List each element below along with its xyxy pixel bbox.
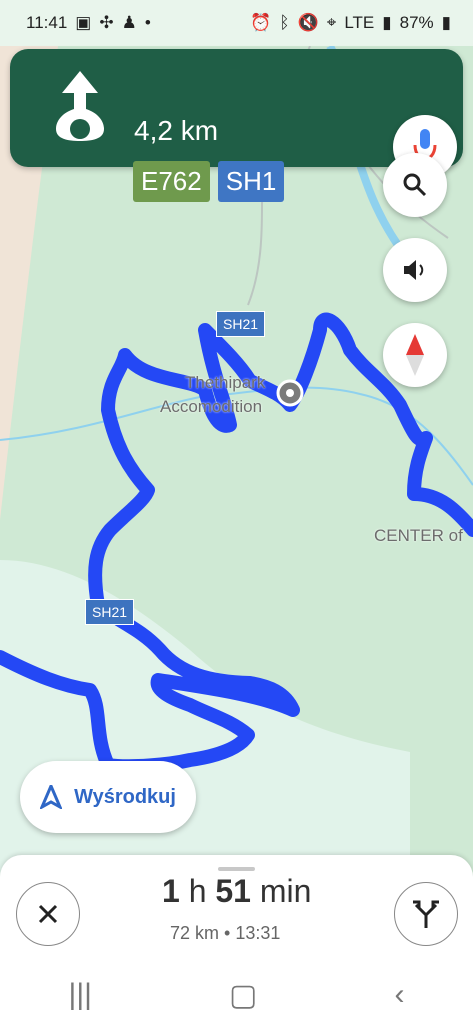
recenter-button[interactable]: Wyśrodkuj [20,761,196,833]
search-icon [403,173,427,197]
notification-icon: ▣ [75,13,92,32]
mute-icon: 🔇 [297,13,319,32]
system-navigation-bar: ||| ▢ ‹ [0,966,473,1024]
recenter-label: Wyśrodkuj [74,785,176,808]
search-button[interactable] [383,153,447,217]
road-badges: E762 SH1 [133,161,285,202]
battery-icon: ▮ [441,13,451,32]
separator: • [224,923,236,943]
eta-hours-unit: h [188,873,207,909]
network-label: LTE [344,13,375,32]
battery-percentage: 87% [399,13,434,32]
eta-hours: 1 [162,873,180,909]
exit-navigation-button[interactable] [16,882,80,946]
status-bar: 11:41 ▣ ✣ ♟ • ⏰ ᛒ 🔇 ⌖ LTE ▮ 87% ▮ [0,0,473,46]
cast-icon: ✣ [99,13,114,32]
arrival-time: 13:31 [235,923,281,943]
map-center-label[interactable]: CENTER of [374,526,463,546]
trip-distance: 72 km [170,923,220,943]
close-icon [38,904,58,924]
alternate-routes-button[interactable] [394,882,458,946]
panel-handle[interactable] [218,867,255,871]
continue-straight-icon [56,71,104,141]
speaker-icon [404,260,424,280]
compass-button[interactable] [383,323,447,387]
map-place-label-2[interactable]: Accomodition [160,397,262,417]
navigation-card[interactable]: 4,2 km E762 SH1 [10,49,463,202]
map-place-label[interactable]: Thethipark [185,373,265,393]
recent-apps-icon[interactable]: ||| [69,978,92,1012]
road-shield-sh21-lower: SH21 [85,599,135,625]
trip-info: 72 km • 13:31 [170,923,280,944]
road-badge-e762: E762 [133,161,210,202]
signal-icon: ▮ [382,13,392,32]
bluetooth-icon: ᛒ [279,13,290,32]
alternate-routes-icon [413,900,439,928]
road-shield-sh21-upper: SH21 [216,311,266,337]
activity-icon: ♟ [121,13,137,32]
home-icon[interactable]: ▢ [229,978,257,1013]
alarm-icon: ⏰ [250,13,272,32]
back-icon[interactable]: ‹ [394,978,404,1012]
eta-minutes: 51 [215,873,251,909]
location-icon: ⌖ [326,13,337,32]
eta-duration: 1 h 51 min [162,873,311,910]
compass-icon [406,334,424,376]
eta-minutes-unit: min [259,873,312,909]
status-time: 11:41 [26,13,68,32]
road-badge-sh1: SH1 [217,161,285,202]
navigation-arrow-icon [40,785,63,809]
dot-icon: • [144,13,151,32]
sound-button[interactable] [383,238,447,302]
maneuver-distance: 4,2 km [134,115,219,146]
